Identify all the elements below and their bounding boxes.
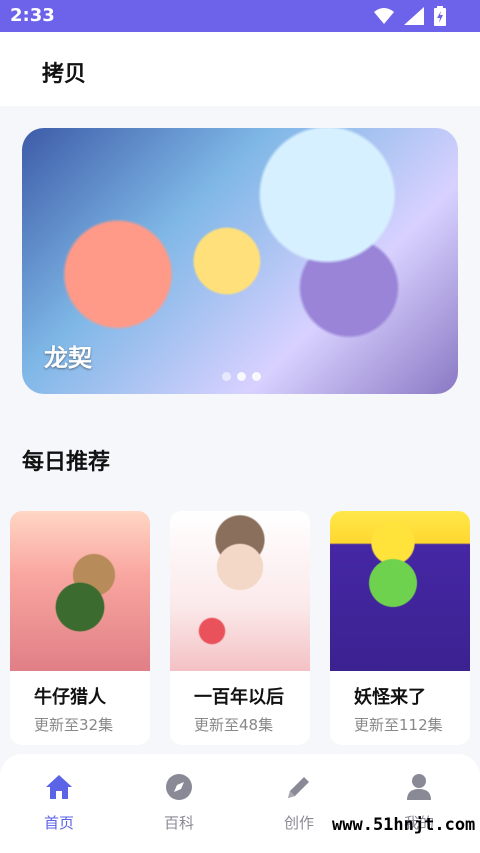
battery-icon (434, 6, 446, 26)
carousel-dot-active[interactable] (237, 372, 246, 381)
nav-label-encyclopedia: 百科 (163, 814, 194, 832)
bottom-navigation: 首页 百科 创作 我的 (0, 754, 480, 853)
banner-title: 龙契 (44, 344, 92, 372)
status-icons (374, 6, 446, 26)
comic-title: 一百年以后 (194, 687, 284, 708)
comic-cover (330, 511, 470, 671)
wifi-icon (374, 8, 394, 24)
carousel-dot[interactable] (222, 372, 231, 381)
page-title: 拷贝 (42, 62, 87, 87)
comic-update: 更新至32集 (34, 716, 114, 734)
status-bar: 2:33 (0, 0, 480, 32)
comic-update: 更新至112集 (354, 716, 443, 734)
comic-cover (170, 511, 310, 671)
compass-icon (166, 774, 192, 800)
comic-card[interactable]: 牛仔猎人 更新至32集 (10, 511, 150, 745)
comic-title: 妖怪来了 (354, 687, 426, 708)
nav-item-create[interactable]: 创作 (254, 772, 344, 842)
carousel-dot[interactable] (252, 372, 261, 381)
status-time: 2:33 (10, 5, 55, 26)
app-header: 拷贝 (0, 32, 480, 106)
daily-recommend-list: 牛仔猎人 更新至32集 一百年以后 更新至48集 妖怪来了 更新至112集 (10, 511, 480, 747)
featured-banner[interactable]: 龙契 (22, 128, 458, 394)
nav-label-create: 创作 (283, 814, 314, 832)
pencil-icon (288, 777, 309, 798)
home-icon (46, 775, 72, 799)
nav-item-encyclopedia[interactable]: 百科 (134, 772, 224, 842)
watermark-text: www.51hnjt.com (332, 815, 476, 835)
comic-card[interactable]: 一百年以后 更新至48集 (170, 511, 310, 745)
daily-recommend-title: 每日推荐 (22, 450, 111, 475)
nav-label-home: 首页 (43, 814, 74, 832)
carousel-indicator (222, 372, 261, 381)
comic-cover (10, 511, 150, 671)
comic-card[interactable]: 妖怪来了 更新至112集 (330, 511, 470, 745)
user-icon (407, 774, 431, 800)
comic-update: 更新至48集 (194, 716, 274, 734)
signal-icon (404, 7, 424, 25)
comic-title: 牛仔猎人 (34, 687, 106, 708)
nav-item-home[interactable]: 首页 (14, 772, 104, 842)
